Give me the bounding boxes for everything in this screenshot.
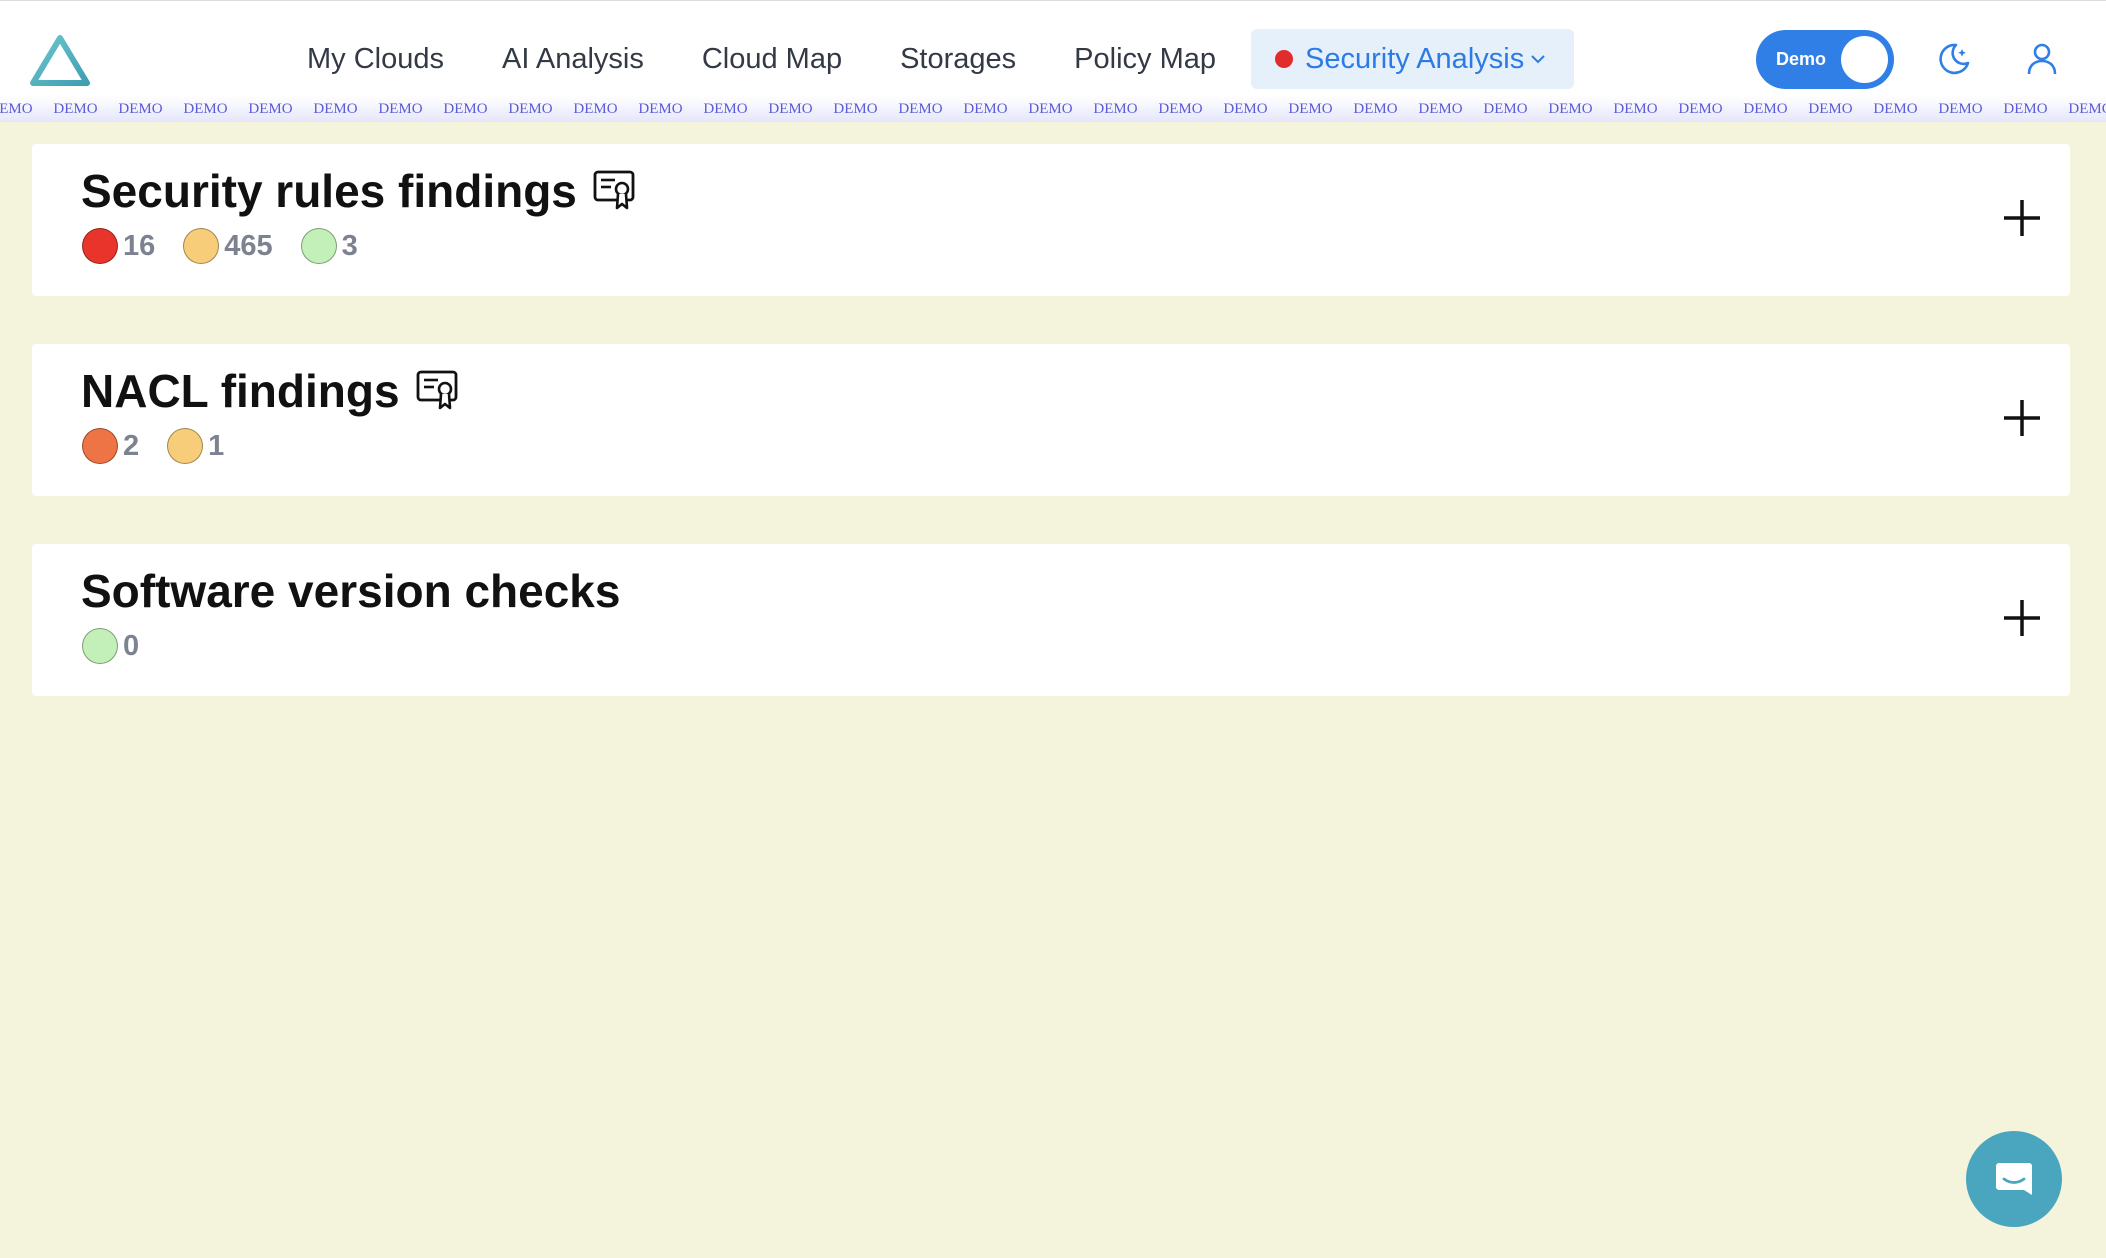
expand-plus-icon[interactable] — [1996, 192, 2048, 244]
demo-toggle-label: Demo — [1776, 49, 1827, 69]
demo-watermark-text: DEMO — [1548, 101, 1593, 117]
severity-badges: 2 1 — [82, 428, 252, 464]
demo-watermark-text: DEMO — [1873, 101, 1918, 117]
demo-watermark-text: DEMO — [2068, 101, 2106, 117]
demo-watermark-text: DEMO — [1158, 101, 1203, 117]
demo-watermark-text: DEMO — [1938, 101, 1983, 117]
demo-mode-toggle[interactable]: Demo — [1756, 30, 1894, 89]
demo-watermark-text: DEMO — [443, 101, 488, 117]
demo-watermark-text: DEMO — [1028, 101, 1073, 117]
severity-dot — [183, 228, 220, 264]
demo-watermark-text: DEMO — [898, 101, 943, 117]
severity-badge-critical: 16 — [82, 228, 155, 264]
demo-watermark-text: DEMO — [1418, 101, 1463, 117]
severity-count: 16 — [123, 229, 156, 262]
demo-watermark-text: DEMO — [1743, 101, 1788, 117]
severity-count: 465 — [224, 229, 273, 262]
demo-watermark-text: DEMO — [1808, 101, 1853, 117]
nav-policy-map[interactable]: Policy Map — [1045, 29, 1245, 89]
demo-watermark-text: DEMO — [53, 101, 98, 117]
demo-watermark-text: DEMO — [313, 101, 358, 117]
nav-storages[interactable]: Storages — [871, 29, 1045, 89]
card-title: NACL findings — [81, 364, 458, 418]
card-title: Software version checks — [81, 564, 620, 618]
card-title: Security rules findings — [81, 164, 635, 218]
severity-count: 0 — [123, 629, 140, 662]
demo-watermark-text: DEMO — [1613, 101, 1658, 117]
severity-badge-medium: 465 — [183, 228, 273, 264]
demo-watermark-text: DEMO — [0, 101, 33, 117]
card-title-text: Software version checks — [81, 565, 621, 617]
demo-watermark-text: DEMO — [378, 101, 423, 117]
toggle-knob — [1841, 36, 1888, 83]
nav-cloud-map[interactable]: Cloud Map — [673, 29, 871, 89]
dark-mode-moon-icon[interactable] — [1936, 41, 1972, 77]
nav-security-analysis-label: Security Analysis — [1305, 42, 1525, 75]
severity-badge-passed: 3 — [300, 228, 358, 264]
nav-ai-analysis[interactable]: AI Analysis — [473, 29, 673, 89]
severity-badge-medium: 1 — [167, 428, 224, 464]
findings-card-software-versions: Software version checks 0 — [32, 544, 2070, 696]
main-nav: My Clouds AI Analysis Cloud Map Storages… — [278, 29, 1575, 89]
severity-dot — [167, 428, 204, 464]
severity-count: 2 — [123, 429, 140, 462]
severity-dot — [82, 628, 118, 664]
severity-count: 3 — [341, 229, 358, 262]
demo-watermark-text: DEMO — [963, 101, 1008, 117]
chat-icon — [1996, 1163, 2032, 1195]
expand-plus-icon[interactable] — [1996, 392, 2048, 444]
demo-watermark-text: DEMO — [1678, 101, 1723, 117]
severity-dot — [300, 228, 337, 264]
severity-badge-passed: 0 — [82, 628, 139, 664]
demo-watermark-text: DEMO — [1223, 101, 1268, 117]
severity-badges: 16 465 3 — [82, 228, 386, 264]
chat-launcher-button[interactable] — [1966, 1131, 2062, 1227]
demo-watermark-text: DEMO — [1093, 101, 1138, 117]
severity-dot — [82, 228, 118, 264]
alert-dot-icon — [1275, 50, 1293, 68]
chevron-down-icon — [1531, 55, 1545, 64]
expand-plus-icon[interactable] — [1996, 592, 2048, 644]
severity-badges: 0 — [82, 628, 167, 664]
demo-watermark-text: DEMO — [1288, 101, 1333, 117]
demo-watermark-text: DEMO — [508, 101, 553, 117]
card-title-text: NACL findings — [81, 365, 400, 417]
user-account-icon[interactable] — [2024, 41, 2060, 77]
demo-watermark-text: DEMO — [833, 101, 878, 117]
demo-watermark-text: DEMO — [248, 101, 293, 117]
certificate-icon — [593, 170, 635, 210]
nav-security-analysis-dropdown[interactable]: Security Analysis — [1251, 29, 1575, 89]
demo-watermark-text: DEMO — [768, 101, 813, 117]
demo-watermark-text: DEMO — [183, 101, 228, 117]
findings-card-security-rules: Security rules findings 16 465 3 — [32, 144, 2070, 296]
app-logo[interactable] — [30, 35, 90, 87]
card-title-text: Security rules findings — [81, 165, 577, 217]
demo-watermark-band: DEMO DEMO DEMO DEMO DEMO DEMO DEMO DEMO DEMO DEMO… — [0, 96, 2106, 122]
findings-card-nacl: NACL findings 2 1 — [32, 344, 2070, 496]
demo-watermark-text: DEMO — [1353, 101, 1398, 117]
demo-watermark-track: DEMO DEMO DEMO DEMO DEMO DEMO DEMO DEMO DEMO DEMO… — [0, 96, 2106, 122]
nav-my-clouds[interactable]: My Clouds — [278, 29, 473, 89]
demo-watermark-text: DEMO — [703, 101, 748, 117]
demo-watermark-text: DEMO — [638, 101, 683, 117]
severity-dot — [82, 428, 118, 464]
severity-badge-high: 2 — [82, 428, 139, 464]
certificate-icon — [416, 370, 457, 410]
demo-watermark-text: DEMO — [2003, 101, 2048, 117]
severity-count: 1 — [208, 429, 225, 462]
demo-watermark-text: DEMO — [118, 101, 163, 117]
demo-watermark-text: DEMO — [1483, 101, 1528, 117]
top-navigation-bar: My Clouds AI Analysis Cloud Map Storages… — [0, 0, 2106, 122]
demo-watermark-text: DEMO — [573, 101, 618, 117]
